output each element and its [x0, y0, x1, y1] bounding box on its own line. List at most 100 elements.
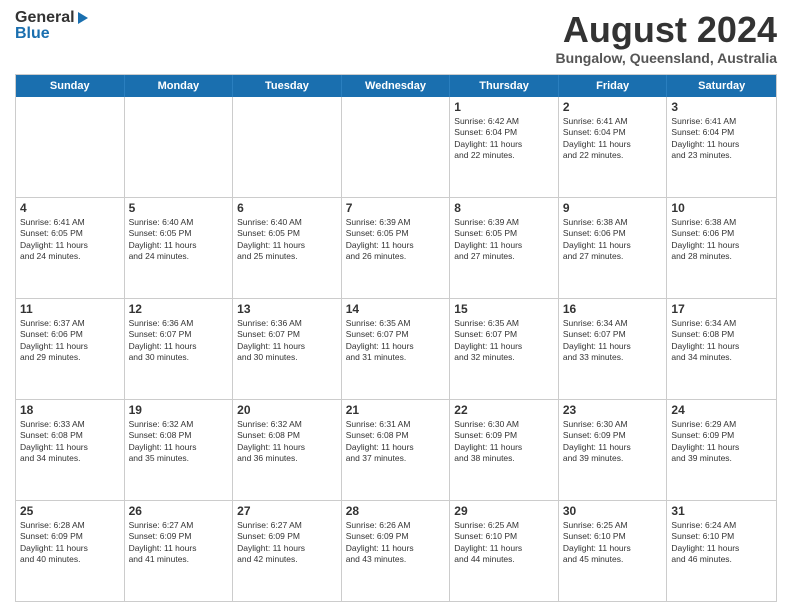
day-number: 7: [346, 201, 446, 215]
calendar-cell: [342, 97, 451, 197]
calendar-cell: 3 Sunrise: 6:41 AM Sunset: 6:04 PM Daylig…: [667, 97, 776, 197]
day-number: 4: [20, 201, 120, 215]
location: Bungalow, Queensland, Australia: [556, 50, 777, 66]
day-number: 10: [671, 201, 772, 215]
calendar-body: 1 Sunrise: 6:42 AM Sunset: 6:04 PM Daylig…: [16, 97, 776, 601]
calendar-week-2: 4 Sunrise: 6:41 AM Sunset: 6:05 PM Daylig…: [16, 198, 776, 299]
calendar-cell: 29 Sunrise: 6:25 AM Sunset: 6:10 PM Dayli…: [450, 501, 559, 601]
day-number: 21: [346, 403, 446, 417]
calendar-cell: 7Sunrise: 6:39 AM Sunset: 6:05 PM Daylig…: [342, 198, 451, 298]
day-number: 24: [671, 403, 772, 417]
day-details: Sunrise: 6:38 AM Sunset: 6:06 PM Dayligh…: [671, 217, 772, 263]
day-details: Sunrise: 6:25 AM Sunset: 6:10 PM Dayligh…: [454, 520, 554, 566]
day-number: 12: [129, 302, 229, 316]
calendar-cell: 22Sunrise: 6:30 AM Sunset: 6:09 PM Dayli…: [450, 400, 559, 500]
calendar-cell: 28 Sunrise: 6:26 AM Sunset: 6:09 PM Dayli…: [342, 501, 451, 601]
calendar-week-4: 18 Sunrise: 6:33 AM Sunset: 6:08 PM Dayli…: [16, 400, 776, 501]
calendar-cell: [125, 97, 234, 197]
day-details: Sunrise: 6:39 AM Sunset: 6:05 PM Dayligh…: [454, 217, 554, 263]
calendar-cell: 16Sunrise: 6:34 AM Sunset: 6:07 PM Dayli…: [559, 299, 668, 399]
day-details: Sunrise: 6:31 AM Sunset: 6:08 PM Dayligh…: [346, 419, 446, 465]
day-number: 30: [563, 504, 663, 518]
calendar-cell: 1 Sunrise: 6:42 AM Sunset: 6:04 PM Daylig…: [450, 97, 559, 197]
calendar-cell: 26 Sunrise: 6:27 AM Sunset: 6:09 PM Dayli…: [125, 501, 234, 601]
calendar-cell: 5Sunrise: 6:40 AM Sunset: 6:05 PM Daylig…: [125, 198, 234, 298]
day-details: Sunrise: 6:35 AM Sunset: 6:07 PM Dayligh…: [454, 318, 554, 364]
calendar-cell: 31Sunrise: 6:24 AM Sunset: 6:10 PM Dayli…: [667, 501, 776, 601]
day-number: 25: [20, 504, 120, 518]
day-details: Sunrise: 6:35 AM Sunset: 6:07 PM Dayligh…: [346, 318, 446, 364]
day-number: 31: [671, 504, 772, 518]
day-number: 28: [346, 504, 446, 518]
logo-arrow-icon: [78, 12, 88, 24]
day-details: Sunrise: 6:38 AM Sunset: 6:06 PM Dayligh…: [563, 217, 663, 263]
calendar-cell: 20 Sunrise: 6:32 AM Sunset: 6:08 PM Dayli…: [233, 400, 342, 500]
day-details: Sunrise: 6:36 AM Sunset: 6:07 PM Dayligh…: [129, 318, 229, 364]
logo-blue-text: Blue: [15, 26, 88, 42]
calendar-cell: [16, 97, 125, 197]
day-number: 1: [454, 100, 554, 114]
calendar-cell: 2 Sunrise: 6:41 AM Sunset: 6:04 PM Daylig…: [559, 97, 668, 197]
day-number: 13: [237, 302, 337, 316]
day-details: Sunrise: 6:40 AM Sunset: 6:05 PM Dayligh…: [129, 217, 229, 263]
day-number: 29: [454, 504, 554, 518]
calendar-week-1: 1 Sunrise: 6:42 AM Sunset: 6:04 PM Daylig…: [16, 97, 776, 198]
day-number: 3: [671, 100, 772, 114]
day-number: 14: [346, 302, 446, 316]
day-details: Sunrise: 6:30 AM Sunset: 6:09 PM Dayligh…: [563, 419, 663, 465]
calendar-cell: 25 Sunrise: 6:28 AM Sunset: 6:09 PM Dayli…: [16, 501, 125, 601]
weekday-header-thursday: Thursday: [450, 75, 559, 97]
day-details: Sunrise: 6:27 AM Sunset: 6:09 PM Dayligh…: [237, 520, 337, 566]
day-details: Sunrise: 6:41 AM Sunset: 6:04 PM Dayligh…: [671, 116, 772, 162]
calendar-cell: 4 Sunrise: 6:41 AM Sunset: 6:05 PM Daylig…: [16, 198, 125, 298]
calendar-header: SundayMondayTuesdayWednesdayThursdayFrid…: [16, 75, 776, 97]
day-details: Sunrise: 6:41 AM Sunset: 6:05 PM Dayligh…: [20, 217, 120, 263]
day-number: 16: [563, 302, 663, 316]
weekday-header-saturday: Saturday: [667, 75, 776, 97]
calendar-cell: 18 Sunrise: 6:33 AM Sunset: 6:08 PM Dayli…: [16, 400, 125, 500]
day-number: 2: [563, 100, 663, 114]
day-details: Sunrise: 6:37 AM Sunset: 6:06 PM Dayligh…: [20, 318, 120, 364]
day-details: Sunrise: 6:34 AM Sunset: 6:08 PM Dayligh…: [671, 318, 772, 364]
day-details: Sunrise: 6:28 AM Sunset: 6:09 PM Dayligh…: [20, 520, 120, 566]
day-number: 20: [237, 403, 337, 417]
day-details: Sunrise: 6:32 AM Sunset: 6:08 PM Dayligh…: [237, 419, 337, 465]
day-details: Sunrise: 6:36 AM Sunset: 6:07 PM Dayligh…: [237, 318, 337, 364]
day-number: 26: [129, 504, 229, 518]
calendar-week-5: 25 Sunrise: 6:28 AM Sunset: 6:09 PM Dayli…: [16, 501, 776, 601]
calendar-cell: 27Sunrise: 6:27 AM Sunset: 6:09 PM Dayli…: [233, 501, 342, 601]
logo-general-text: General: [15, 10, 75, 26]
calendar-cell: 19Sunrise: 6:32 AM Sunset: 6:08 PM Dayli…: [125, 400, 234, 500]
day-number: 11: [20, 302, 120, 316]
calendar-cell: 21 Sunrise: 6:31 AM Sunset: 6:08 PM Dayli…: [342, 400, 451, 500]
calendar: SundayMondayTuesdayWednesdayThursdayFrid…: [15, 74, 777, 602]
day-number: 23: [563, 403, 663, 417]
day-number: 18: [20, 403, 120, 417]
day-details: Sunrise: 6:30 AM Sunset: 6:09 PM Dayligh…: [454, 419, 554, 465]
title-area: August 2024 Bungalow, Queensland, Austra…: [556, 10, 777, 66]
calendar-cell: 9Sunrise: 6:38 AM Sunset: 6:06 PM Daylig…: [559, 198, 668, 298]
day-details: Sunrise: 6:26 AM Sunset: 6:09 PM Dayligh…: [346, 520, 446, 566]
day-details: Sunrise: 6:27 AM Sunset: 6:09 PM Dayligh…: [129, 520, 229, 566]
calendar-cell: 30 Sunrise: 6:25 AM Sunset: 6:10 PM Dayli…: [559, 501, 668, 601]
day-number: 8: [454, 201, 554, 215]
day-details: Sunrise: 6:42 AM Sunset: 6:04 PM Dayligh…: [454, 116, 554, 162]
weekday-header-monday: Monday: [125, 75, 234, 97]
day-number: 6: [237, 201, 337, 215]
weekday-header-wednesday: Wednesday: [342, 75, 451, 97]
day-details: Sunrise: 6:33 AM Sunset: 6:08 PM Dayligh…: [20, 419, 120, 465]
day-details: Sunrise: 6:29 AM Sunset: 6:09 PM Dayligh…: [671, 419, 772, 465]
day-number: 15: [454, 302, 554, 316]
calendar-cell: 11 Sunrise: 6:37 AM Sunset: 6:06 PM Dayli…: [16, 299, 125, 399]
day-number: 19: [129, 403, 229, 417]
calendar-cell: 14 Sunrise: 6:35 AM Sunset: 6:07 PM Dayli…: [342, 299, 451, 399]
day-details: Sunrise: 6:40 AM Sunset: 6:05 PM Dayligh…: [237, 217, 337, 263]
calendar-cell: 23 Sunrise: 6:30 AM Sunset: 6:09 PM Dayli…: [559, 400, 668, 500]
calendar-cell: 13 Sunrise: 6:36 AM Sunset: 6:07 PM Dayli…: [233, 299, 342, 399]
day-details: Sunrise: 6:41 AM Sunset: 6:04 PM Dayligh…: [563, 116, 663, 162]
calendar-cell: 17Sunrise: 6:34 AM Sunset: 6:08 PM Dayli…: [667, 299, 776, 399]
calendar-cell: 24 Sunrise: 6:29 AM Sunset: 6:09 PM Dayli…: [667, 400, 776, 500]
logo: General Blue: [15, 10, 88, 42]
day-details: Sunrise: 6:25 AM Sunset: 6:10 PM Dayligh…: [563, 520, 663, 566]
weekday-header-friday: Friday: [559, 75, 668, 97]
